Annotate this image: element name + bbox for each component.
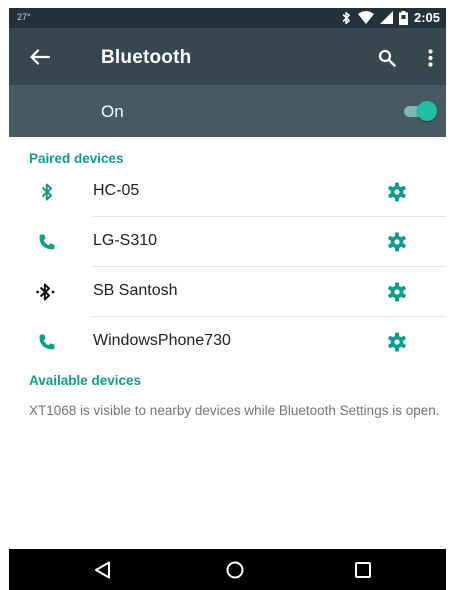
app-bar: Bluetooth [9,28,446,85]
bluetooth-status-icon [341,11,352,25]
screen: 27° 2:05 Bluetooth On Paired devices HC-… [9,0,446,590]
nav-home-circle-icon[interactable] [221,557,249,583]
device-name: LG-S310 [93,232,158,249]
search-icon[interactable] [375,46,399,70]
device-name: SB Santosh [93,282,178,299]
status-bar: 27° 2:05 [9,8,446,28]
settings-gear-icon[interactable] [385,280,409,304]
bluetooth-toggle[interactable] [400,101,437,121]
settings-gear-icon[interactable] [385,180,409,204]
navigation-bar [9,549,446,590]
visibility-description: XT1068 is visible to nearby devices whil… [29,403,440,418]
phone-icon [35,231,59,253]
toggle-thumb [417,101,437,121]
paired-device-row-sb-santosh[interactable]: SB Santosh [9,267,446,317]
nav-back-triangle-icon[interactable] [89,557,117,583]
status-time: 2:05 [413,10,440,25]
bluetooth-master-switch-row[interactable]: On [9,85,446,137]
bluetooth-connected-icon [35,281,59,303]
device-name: HC-05 [93,182,140,199]
switch-label: On [101,102,124,121]
status-icons: 2:05 [341,10,440,25]
paired-device-row-windowsphone730[interactable]: WindowsPhone730 [9,317,446,367]
paired-device-row-lg-s310[interactable]: LG-S310 [9,217,446,267]
more-options-icon[interactable] [423,46,437,70]
battery-icon [398,10,408,25]
available-devices-header: Available devices [29,373,142,388]
phone-icon [35,331,59,353]
cell-signal-icon [379,11,393,24]
device-name: WindowsPhone730 [93,332,231,349]
paired-device-row-hc-05[interactable]: HC-05 [9,167,446,217]
status-temperature: 27° [17,12,31,22]
nav-recents-square-icon[interactable] [349,557,377,583]
settings-gear-icon[interactable] [385,330,409,354]
paired-devices-header: Paired devices [29,151,124,166]
settings-gear-icon[interactable] [385,230,409,254]
back-arrow-icon[interactable] [27,44,53,70]
page-title: Bluetooth [101,47,192,68]
wifi-icon [357,11,374,24]
bluetooth-icon [35,181,59,203]
